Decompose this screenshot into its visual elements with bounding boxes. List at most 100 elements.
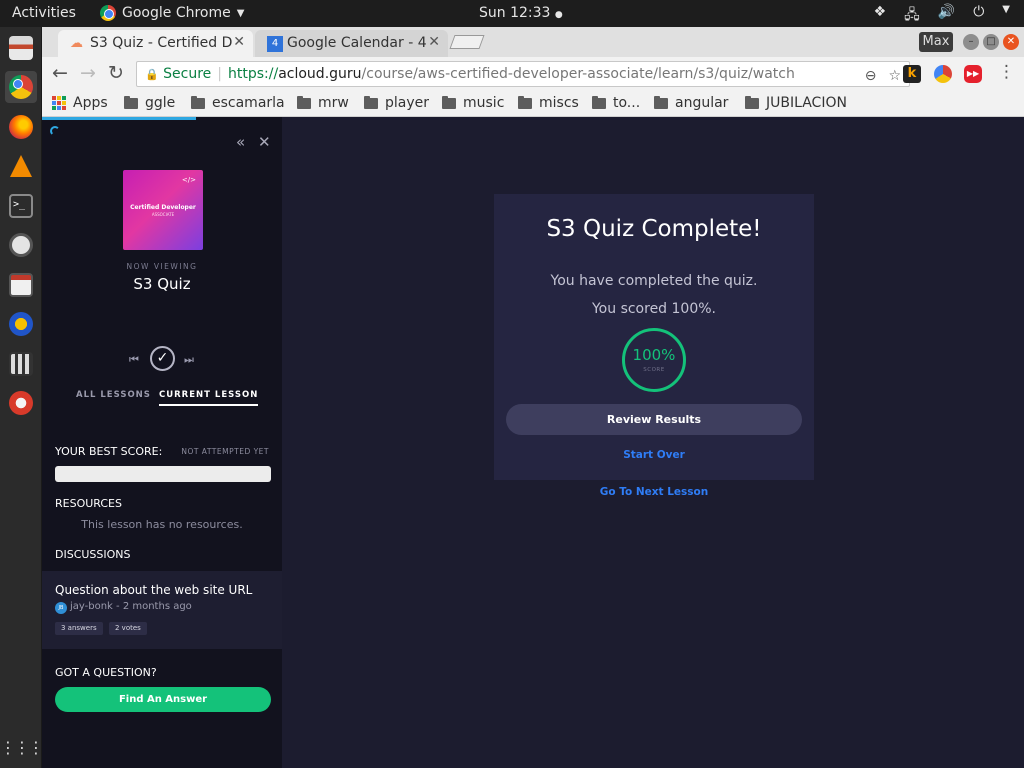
answers-badge: 3 answers bbox=[55, 622, 103, 635]
next-lesson-icon[interactable]: ⏭ bbox=[184, 353, 194, 367]
avatar: JB bbox=[55, 602, 67, 614]
notification-dot-icon: ● bbox=[554, 10, 563, 20]
bookmark-folder[interactable]: ggle bbox=[124, 95, 175, 111]
folder-icon bbox=[592, 95, 606, 109]
firefox-icon bbox=[9, 115, 33, 139]
close-sidebar-icon[interactable]: ✕ bbox=[258, 133, 271, 151]
find-an-answer-button[interactable]: Find An Answer bbox=[55, 687, 271, 712]
app-menu[interactable]: Google Chrome ▼ bbox=[100, 5, 244, 21]
score-value: 100% bbox=[632, 346, 676, 364]
dock-archive-manager[interactable] bbox=[5, 269, 37, 301]
dock-files[interactable] bbox=[5, 32, 37, 64]
zoom-icon[interactable]: ⊖ bbox=[865, 64, 877, 86]
chrome-icon bbox=[100, 5, 116, 21]
activities-button[interactable]: Activities bbox=[12, 5, 76, 21]
bookmark-folder[interactable]: escamarla bbox=[191, 95, 285, 111]
close-tab-icon[interactable]: ✕ bbox=[428, 34, 440, 50]
app-menu-label: Google Chrome bbox=[122, 5, 231, 21]
tab-all-lessons[interactable]: ALL LESSONS bbox=[76, 390, 151, 400]
browser-toolbar: ← → ↻ 🔒 Secure | https://acloud.guru/cours… bbox=[42, 57, 1024, 91]
dock-firefox[interactable] bbox=[5, 111, 37, 143]
maximize-icon[interactable]: □ bbox=[983, 34, 999, 50]
review-results-button[interactable]: Review Results bbox=[506, 404, 802, 435]
bookmark-label: mrw bbox=[318, 95, 349, 111]
page-content: « ✕ </> Certified Developer ASSOCIATE NO… bbox=[42, 117, 1024, 768]
tab-s3-quiz[interactable]: ☁ S3 Quiz - Certified D ✕ bbox=[58, 30, 253, 57]
url-scheme: https:// bbox=[228, 66, 279, 82]
close-window-icon[interactable]: ✕ bbox=[1003, 34, 1019, 50]
bookmark-label: player bbox=[385, 95, 430, 111]
back-arrow-icon[interactable]: ← bbox=[52, 62, 68, 84]
dock-software-updater[interactable] bbox=[5, 229, 37, 261]
tab-current-lesson[interactable]: CURRENT LESSON bbox=[159, 390, 259, 406]
discussion-meta: jay-bonk - 2 months ago bbox=[70, 601, 192, 612]
no-resources-text: This lesson has no resources. bbox=[81, 518, 243, 531]
menu-arrow-icon[interactable]: ▼ bbox=[1002, 4, 1010, 28]
close-tab-icon[interactable]: ✕ bbox=[233, 34, 245, 50]
url-path: /course/aws-certified-developer-associat… bbox=[361, 66, 795, 82]
launcher-dock: >_ ⋮⋮⋮ bbox=[0, 27, 44, 768]
code-tag-icon: </> bbox=[181, 176, 196, 184]
network-icon[interactable]: 🖧 bbox=[904, 4, 920, 28]
new-tab-button[interactable] bbox=[449, 35, 485, 49]
bookmark-folder[interactable]: JUBILACION bbox=[745, 95, 847, 111]
show-apps-icon: ⋮⋮⋮ bbox=[0, 738, 44, 757]
resources-label: RESOURCES bbox=[55, 497, 122, 510]
collapse-sidebar-icon[interactable]: « bbox=[236, 133, 245, 151]
clock[interactable]: Sun 12:33 ● bbox=[479, 5, 563, 21]
bookmark-label: JUBILACION bbox=[766, 95, 847, 111]
go-to-next-lesson-link[interactable]: Go To Next Lesson bbox=[494, 486, 814, 498]
system-tray: ❖ 🖧 🔊 ⏻ ▼ bbox=[874, 4, 1010, 28]
bookmark-apps[interactable]: Apps bbox=[52, 95, 108, 111]
previous-lesson-icon[interactable]: ⏮ bbox=[129, 353, 139, 367]
complete-lesson-check-icon[interactable]: ✓ bbox=[150, 346, 175, 371]
bookmark-folder[interactable]: miscs bbox=[518, 95, 579, 111]
volume-icon[interactable]: 🔊 bbox=[938, 4, 955, 28]
folder-icon bbox=[124, 95, 138, 109]
files-icon bbox=[9, 36, 33, 60]
bookmark-folder[interactable]: angular bbox=[654, 95, 728, 111]
tab-google-calendar[interactable]: 4 Google Calendar - 4 ✕ bbox=[255, 30, 448, 57]
dock-chrome[interactable] bbox=[5, 71, 37, 103]
bookmark-folder[interactable]: player bbox=[364, 95, 429, 111]
calendar-icon: 4 bbox=[267, 36, 283, 52]
dock-show-apps[interactable]: ⋮⋮⋮ bbox=[0, 732, 44, 764]
omnibox-icons: ⊖ ☆ bbox=[865, 64, 901, 86]
vlc-icon bbox=[10, 155, 32, 177]
folder-icon bbox=[745, 95, 759, 109]
dock-vlc[interactable] bbox=[5, 150, 37, 182]
discussion-title[interactable]: Question about the web site URL bbox=[55, 583, 252, 597]
tab-title: S3 Quiz - Certified D bbox=[90, 35, 233, 51]
dock-audio-app[interactable] bbox=[5, 308, 37, 340]
bookmark-star-icon[interactable]: ☆ bbox=[888, 64, 901, 86]
folder-icon bbox=[191, 95, 205, 109]
bookmark-folder[interactable]: music bbox=[442, 95, 504, 111]
chrome-menu-icon[interactable]: ⋮ bbox=[998, 62, 1015, 82]
start-over-link[interactable]: Start Over bbox=[494, 449, 814, 461]
dropbox-icon[interactable]: ❖ bbox=[874, 4, 887, 28]
completed-text: You have completed the quiz. bbox=[550, 273, 758, 289]
tab-title: Google Calendar - 4 bbox=[287, 35, 427, 51]
forward-arrow-icon[interactable]: → bbox=[80, 62, 96, 84]
apps-grid-icon bbox=[52, 96, 66, 110]
dock-video-editor[interactable] bbox=[5, 348, 37, 380]
dock-settings-tool[interactable] bbox=[5, 387, 37, 419]
lock-icon: 🔒 bbox=[145, 68, 159, 81]
power-icon[interactable]: ⏻ bbox=[973, 4, 984, 28]
bookmark-label: Apps bbox=[73, 95, 108, 111]
bookmark-folder[interactable]: mrw bbox=[297, 95, 349, 111]
extension-k-icon[interactable]: k bbox=[903, 65, 921, 83]
loading-spinner-icon bbox=[50, 126, 60, 136]
score-caption: SCORE bbox=[643, 367, 665, 373]
dock-terminal[interactable]: >_ bbox=[5, 190, 37, 222]
extension-youtube-icon[interactable]: ▶▶ bbox=[964, 65, 982, 83]
profile-max-button[interactable]: Max bbox=[919, 32, 953, 52]
bookmark-folder[interactable]: to... bbox=[592, 95, 640, 111]
minimize-icon[interactable]: – bbox=[963, 34, 979, 50]
extension-color-icon[interactable] bbox=[934, 65, 952, 83]
address-bar[interactable]: 🔒 Secure | https://acloud.guru/course/aws-… bbox=[136, 61, 910, 87]
discussion-item[interactable]: Question about the web site URL JB jay-b… bbox=[42, 571, 282, 649]
reload-icon[interactable]: ↻ bbox=[108, 62, 124, 84]
terminal-icon: >_ bbox=[9, 194, 33, 218]
archive-icon bbox=[9, 273, 33, 297]
